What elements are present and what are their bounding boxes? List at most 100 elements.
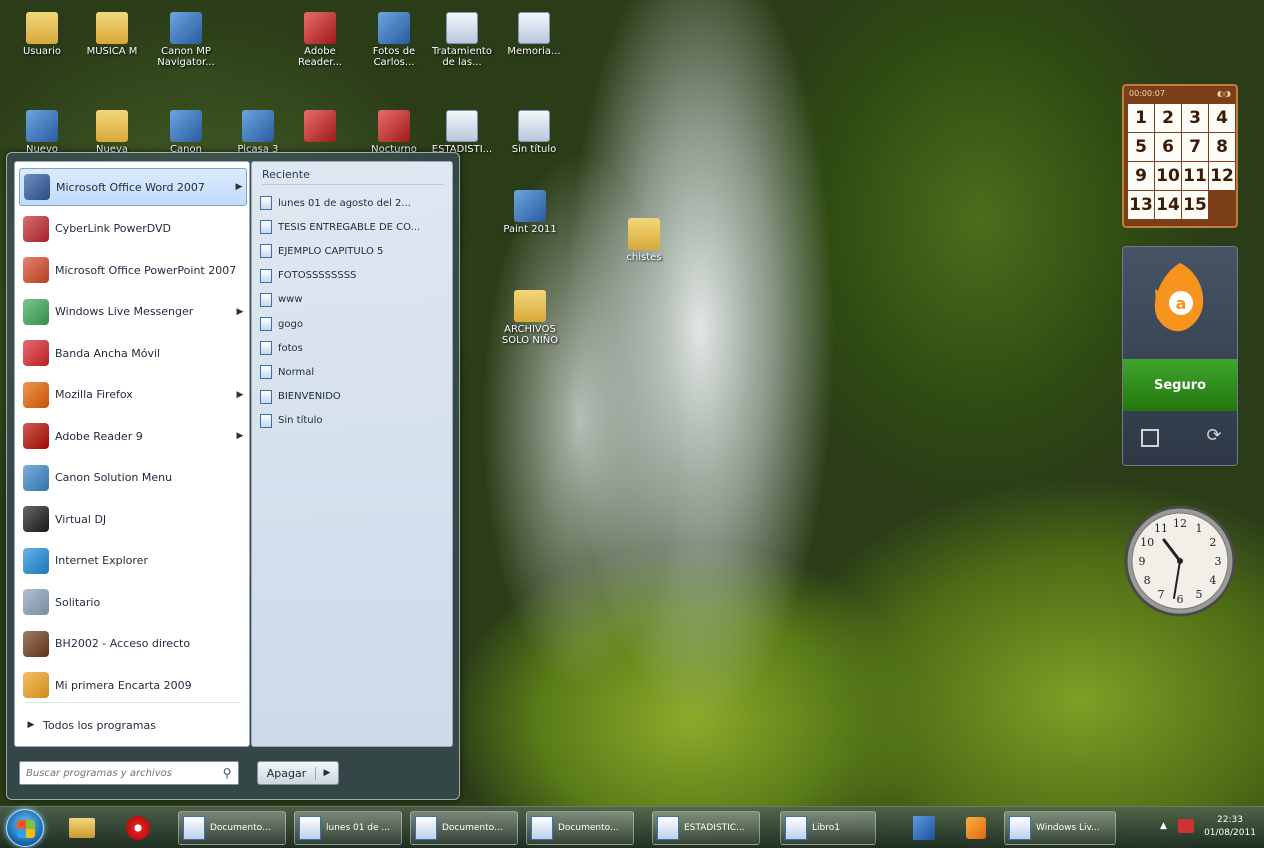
submenu-arrow-icon[interactable]: ▶ [233,307,247,317]
program-label: Mi primera Encarta 2009 [55,678,192,692]
program-item[interactable]: CyberLink PowerDVD [19,210,247,248]
puzzle-tile[interactable]: 8 [1209,133,1235,161]
desktop-icon[interactable]: Nuevo [8,110,76,155]
program-item[interactable]: Internet Explorer [19,542,247,580]
desktop-icon[interactable]: Adobe Reader... [286,12,354,68]
desktop-icon[interactable]: Canon MP Navigator... [152,12,220,68]
desktop-icon-label: Tratamiento de las... [432,46,492,68]
desktop-icon[interactable] [286,110,354,144]
submenu-arrow-icon[interactable]: ▶ [233,431,247,441]
puzzle-tile[interactable]: 10 [1155,162,1181,190]
desktop-icon[interactable]: Paint 2011 [496,190,564,235]
paint-icon[interactable] [908,813,940,843]
recent-item[interactable]: TESIS ENTREGABLE DE CO... [260,216,448,238]
puzzle-tile[interactable]: 4 [1209,104,1235,132]
program-item[interactable]: Mi primera Encarta 2009 [19,666,247,704]
clock-gadget[interactable]: 12 12 3 45678 9 1011 [1122,494,1238,628]
puzzle-tile[interactable]: 13 [1128,191,1154,219]
taskbar-window-button[interactable]: ESTADISTIC... [652,811,760,845]
cyberlink-icon[interactable] [122,813,154,843]
puzzle-tile[interactable]: 15 [1182,191,1208,219]
desktop-icon[interactable]: Nocturno [360,110,428,155]
recent-item[interactable]: www [260,289,448,311]
desktop-icon[interactable]: ARCHIVOS SOLO NIÑO [496,290,564,346]
program-item[interactable]: Canon Solution Menu [19,459,247,497]
start-button[interactable] [6,809,44,847]
program-item[interactable]: Adobe Reader 9 ▶ [19,417,247,455]
desktop-icon[interactable]: Fotos de Carlos... [360,12,428,68]
search-input[interactable] [26,767,216,779]
recent-item[interactable]: FOTOSSSSSSSS [260,265,448,287]
app-icon [378,12,410,44]
puzzle-tile[interactable]: 1 [1128,104,1154,132]
puzzle-controls-icon[interactable]: ◐◑ [1217,89,1231,99]
submenu-arrow-icon[interactable]: ▶ [232,182,246,192]
taskbar-window-button[interactable]: Libro1 [780,811,876,845]
media-player-icon[interactable] [960,813,992,843]
taskbar-window-button[interactable]: Documento... [526,811,634,845]
program-label: BH2002 - Acceso directo [55,637,191,650]
recent-item[interactable]: BIENVENIDO [260,386,448,408]
desktop-icon[interactable]: Sin título [500,110,568,155]
avast-status-button[interactable]: Seguro [1123,359,1237,411]
slide-puzzle-gadget[interactable]: 00:00:07 ◐◑ 1 2 3 4 5 6 7 8 9 10 11 12 13 14 15 [1122,84,1238,228]
taskbar-window-button[interactable]: Windows Liv... [1004,811,1116,845]
desktop-icon[interactable]: Nueva [78,110,146,155]
puzzle-tile[interactable]: 3 [1182,104,1208,132]
recent-divider [262,184,444,185]
folder-icon [96,12,128,44]
recent-item[interactable]: fotos [260,337,448,359]
explorer-folder-icon[interactable] [66,813,98,843]
start-menu: Microsoft Office Word 2007 ▶ CyberLink Pow… [6,152,460,800]
desktop-icon[interactable]: chistes [610,218,678,263]
taskbar-window-button[interactable]: Documento... [410,811,518,845]
shutdown-button[interactable]: Apagar ▶ [257,761,339,785]
puzzle-tile[interactable]: 12 [1209,162,1235,190]
submenu-arrow-icon[interactable]: ▶ [233,390,247,400]
recent-item[interactable]: Normal [260,361,448,383]
puzzle-tile[interactable]: 2 [1155,104,1181,132]
program-item[interactable]: Virtual DJ [19,500,247,538]
program-icon [24,174,50,200]
magnifier-icon[interactable]: ⚲ [216,766,238,780]
clock-number: 12 [1173,517,1187,530]
desktop-icon[interactable]: Canon [152,110,220,155]
puzzle-tile[interactable]: 9 [1128,162,1154,190]
puzzle-tile[interactable]: 6 [1155,133,1181,161]
puzzle-tile[interactable]: 14 [1155,191,1181,219]
puzzle-tile[interactable]: 5 [1128,133,1154,161]
program-item[interactable]: Microsoft Office Word 2007 ▶ [19,168,247,206]
avast-gadget[interactable]: a Seguro ⟳ [1122,246,1238,466]
recent-item[interactable]: gogo [260,313,448,335]
shutdown-options-arrow-icon[interactable]: ▶ [316,768,338,778]
refresh-icon[interactable]: ⟳ [1203,425,1225,447]
puzzle-empty-slot[interactable] [1209,191,1235,219]
desktop-icon[interactable]: ESTADISTI... [428,110,496,155]
puzzle-tile[interactable]: 7 [1182,133,1208,161]
recent-item[interactable]: EJEMPLO CAPITULO 5 [260,240,448,262]
program-item[interactable]: Banda Ancha Móvil [19,334,247,372]
puzzle-tile[interactable]: 11 [1182,162,1208,190]
action-center-flag-icon[interactable] [1178,819,1194,833]
all-programs-button[interactable]: ▶ Todos los programas [19,710,247,740]
program-icon [23,630,49,657]
desktop-icon[interactable]: Tratamiento de las... [428,12,496,68]
recent-item[interactable]: lunes 01 de agosto del 2... [260,192,448,214]
clock-number: 1 [1196,522,1203,535]
tray-clock[interactable]: 22:33 01/08/2011 [1202,814,1258,840]
window-icon[interactable] [1141,429,1159,447]
recent-item[interactable]: Sin título [260,410,448,432]
program-item[interactable]: Solitario [19,583,247,621]
taskbar-window-button[interactable]: lunes 01 de ... [294,811,402,845]
taskbar-window-button[interactable]: Documento... [178,811,286,845]
tray-date: 01/08/2011 [1204,828,1256,838]
tray-expand-icon[interactable]: ▲ [1160,821,1167,831]
program-item[interactable]: Windows Live Messenger ▶ [19,293,247,331]
desktop-icon[interactable]: Usuario [8,12,76,57]
program-item[interactable]: Mozilla Firefox ▶ [19,376,247,414]
desktop-icon[interactable]: MUSICA M [78,12,146,57]
desktop-icon[interactable]: Memoria... [500,12,568,57]
program-item[interactable]: BH2002 - Acceso directo [19,625,247,663]
program-item[interactable]: Microsoft Office PowerPoint 2007 [19,251,247,289]
desktop-icon[interactable]: Picasa 3 [224,110,292,155]
